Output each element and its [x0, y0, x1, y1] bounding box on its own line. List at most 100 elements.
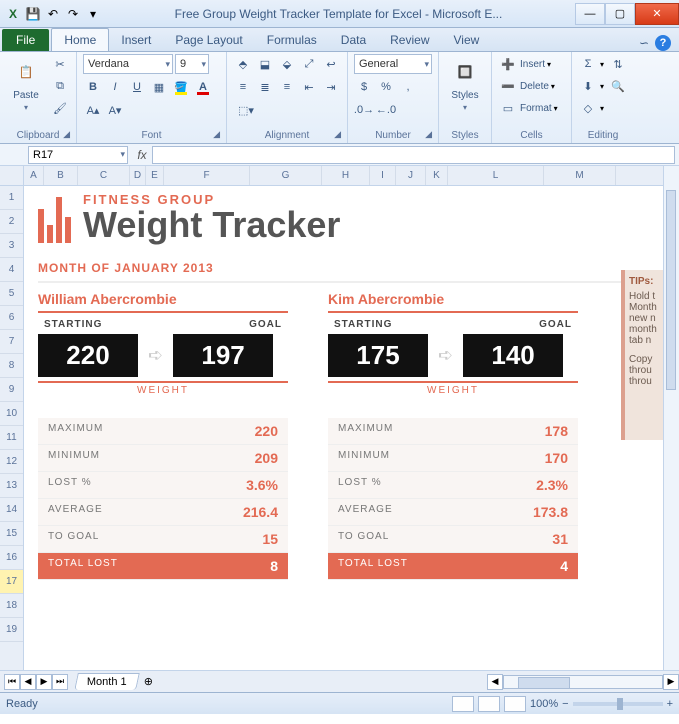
border-button[interactable]: ▦	[149, 77, 169, 97]
align-right-icon[interactable]: ≡	[277, 77, 297, 97]
comma-icon[interactable]: ,	[398, 77, 418, 97]
row-header[interactable]: 17	[0, 570, 23, 594]
insert-cells-icon[interactable]: ➕	[498, 54, 518, 74]
row-header[interactable]: 4	[0, 258, 23, 282]
zoom-out-icon[interactable]: −	[562, 698, 568, 710]
underline-button[interactable]: U	[127, 77, 147, 97]
find-select-icon[interactable]: 🔍	[608, 76, 628, 96]
col-header[interactable]: L	[448, 166, 544, 185]
row-header[interactable]: 6	[0, 306, 23, 330]
increase-decimal-icon[interactable]: .0→	[354, 100, 374, 120]
maximize-button[interactable]: ▢	[605, 3, 635, 25]
col-header[interactable]: C	[78, 166, 130, 185]
select-all-corner[interactable]	[0, 166, 23, 186]
tab-view[interactable]: View	[442, 29, 492, 51]
col-header[interactable]: G	[250, 166, 322, 185]
row-header[interactable]: 13	[0, 474, 23, 498]
last-sheet-icon[interactable]: ⏭	[52, 674, 68, 690]
sheet-canvas[interactable]: FITNESS GROUP Weight Tracker MONTH OF JA…	[24, 186, 663, 670]
col-header[interactable]: A	[24, 166, 44, 185]
row-header[interactable]: 1	[0, 186, 23, 210]
col-header[interactable]: F	[164, 166, 250, 185]
fill-color-button[interactable]: 🪣	[171, 77, 191, 97]
dialog-launcher-icon[interactable]: ◢	[213, 129, 220, 140]
format-painter-icon[interactable]: 🖌	[50, 98, 70, 118]
row-header[interactable]: 3	[0, 234, 23, 258]
align-left-icon[interactable]: ≡	[233, 77, 253, 97]
fx-icon[interactable]: fx	[132, 148, 152, 162]
wrap-text-icon[interactable]: ↩	[321, 54, 341, 74]
row-header[interactable]: 8	[0, 354, 23, 378]
row-header[interactable]: 15	[0, 522, 23, 546]
font-family-combo[interactable]: Verdana	[83, 54, 173, 74]
font-color-button[interactable]: A	[193, 77, 213, 97]
col-header[interactable]: D	[130, 166, 146, 185]
close-button[interactable]: ✕	[635, 3, 679, 25]
col-header[interactable]: H	[322, 166, 370, 185]
align-center-icon[interactable]: ≣	[255, 77, 275, 97]
row-header[interactable]: 12	[0, 450, 23, 474]
row-header[interactable]: 7	[0, 330, 23, 354]
redo-icon[interactable]: ↷	[64, 5, 82, 23]
col-header[interactable]: B	[44, 166, 78, 185]
horizontal-scrollbar[interactable]: ◀▶	[487, 674, 679, 690]
normal-view-icon[interactable]	[452, 696, 474, 712]
dialog-launcher-icon[interactable]: ◢	[425, 129, 432, 140]
tab-review[interactable]: Review	[378, 29, 441, 51]
col-header[interactable]: E	[146, 166, 164, 185]
minimize-button[interactable]: —	[575, 3, 605, 25]
insert-label[interactable]: Insert	[520, 59, 545, 70]
page-break-view-icon[interactable]	[504, 696, 526, 712]
row-header[interactable]: 11	[0, 426, 23, 450]
zoom-slider[interactable]	[573, 702, 663, 706]
tab-insert[interactable]: Insert	[109, 29, 163, 51]
dialog-launcher-icon[interactable]: ◢	[334, 129, 341, 140]
align-top-icon[interactable]: ⬘	[233, 54, 253, 74]
format-label[interactable]: Format	[520, 103, 552, 114]
col-header[interactable]: I	[370, 166, 396, 185]
tab-data[interactable]: Data	[329, 29, 378, 51]
col-header[interactable]: M	[544, 166, 616, 185]
paste-button[interactable]: 📋 Paste ▾	[6, 54, 46, 114]
page-layout-view-icon[interactable]	[478, 696, 500, 712]
file-tab[interactable]: File	[2, 29, 49, 51]
qat-customize-icon[interactable]: ▾	[84, 5, 102, 23]
name-box[interactable]: R17	[28, 146, 128, 164]
increase-font-icon[interactable]: A▴	[83, 100, 103, 120]
font-size-combo[interactable]: 9	[175, 54, 209, 74]
row-header[interactable]: 14	[0, 498, 23, 522]
decrease-font-icon[interactable]: A▾	[105, 100, 125, 120]
decrease-decimal-icon[interactable]: ←.0	[376, 100, 396, 120]
align-middle-icon[interactable]: ⬓	[255, 54, 275, 74]
orientation-icon[interactable]: ⤢	[299, 54, 319, 74]
tab-formulas[interactable]: Formulas	[255, 29, 329, 51]
copy-icon[interactable]: ⧉	[50, 76, 70, 96]
row-header[interactable]: 10	[0, 402, 23, 426]
sort-filter-icon[interactable]: ⇅	[608, 54, 628, 74]
row-header[interactable]: 2	[0, 210, 23, 234]
col-header[interactable]: K	[426, 166, 448, 185]
next-sheet-icon[interactable]: ▶	[36, 674, 52, 690]
prev-sheet-icon[interactable]: ◀	[20, 674, 36, 690]
tab-home[interactable]: Home	[51, 28, 109, 51]
clear-icon[interactable]: ◇	[578, 98, 598, 118]
bold-button[interactable]: B	[83, 77, 103, 97]
undo-icon[interactable]: ↶	[44, 5, 62, 23]
minimize-ribbon-icon[interactable]: ∽	[639, 36, 649, 50]
merge-center-icon[interactable]: ⬚▾	[233, 100, 259, 120]
zoom-in-icon[interactable]: +	[667, 698, 673, 710]
increase-indent-icon[interactable]: ⇥	[321, 77, 341, 97]
italic-button[interactable]: I	[105, 77, 125, 97]
percent-icon[interactable]: %	[376, 77, 396, 97]
dialog-launcher-icon[interactable]: ◢	[63, 129, 70, 140]
align-bottom-icon[interactable]: ⬙	[277, 54, 297, 74]
number-format-combo[interactable]: General	[354, 54, 432, 74]
delete-label[interactable]: Delete	[520, 81, 549, 92]
row-header[interactable]: 16	[0, 546, 23, 570]
save-icon[interactable]: 💾	[24, 5, 42, 23]
row-header[interactable]: 9	[0, 378, 23, 402]
row-header[interactable]: 19	[0, 618, 23, 642]
currency-icon[interactable]: $	[354, 77, 374, 97]
format-cells-icon[interactable]: ▭	[498, 98, 518, 118]
row-header[interactable]: 18	[0, 594, 23, 618]
